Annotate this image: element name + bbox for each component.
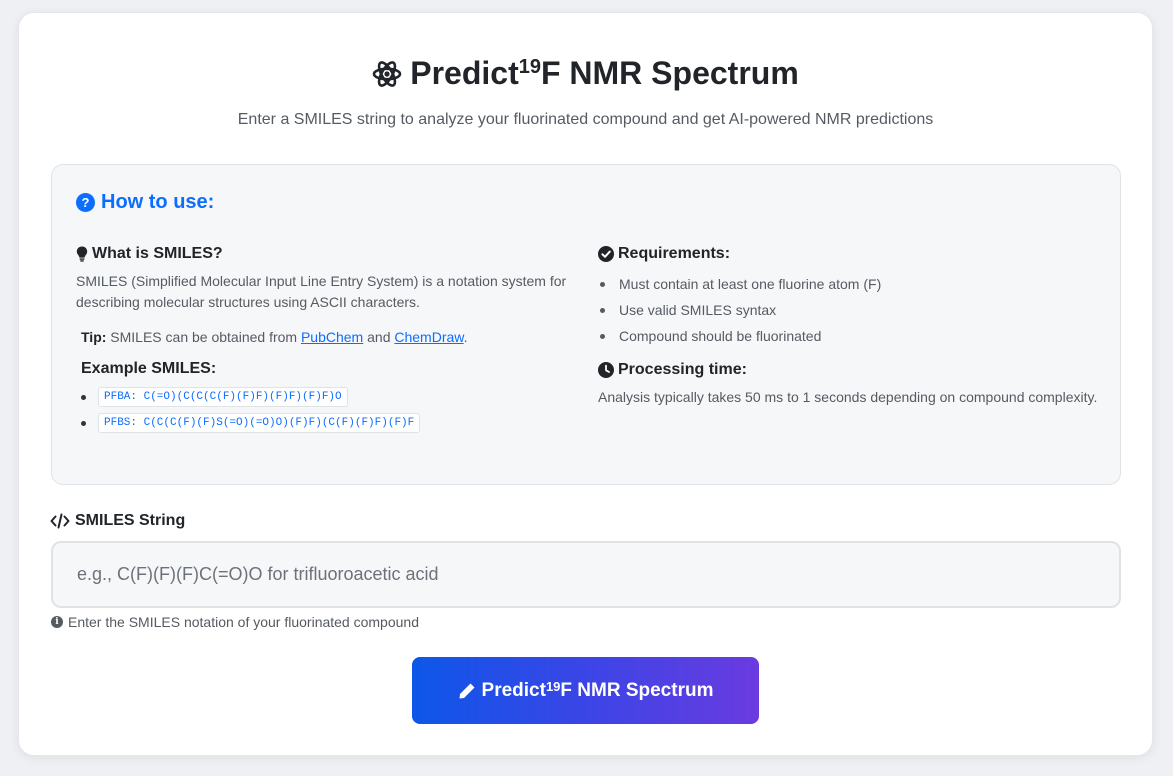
chemdraw-link[interactable]: ChemDraw: [394, 329, 463, 345]
smiles-description: SMILES (Simplified Molecular Input Line …: [76, 273, 567, 310]
pubchem-link[interactable]: PubChem: [301, 329, 363, 345]
help-text: Enter the SMILES notation of your fluori…: [68, 614, 419, 630]
processing-time-title: Processing time:: [618, 361, 747, 378]
what-is-smiles-heading: What is SMILES?: [76, 245, 586, 263]
example-smiles-list: PFBA: C(=O)(C(C(C(F)(F)F)(F)F)(F)F)O PFB…: [76, 387, 586, 433]
page-subtitle: Enter a SMILES string to analyze your fl…: [237, 111, 934, 128]
list-item: PFBA: C(=O)(C(C(C(F)(F)F)(F)F)(F)F)O: [81, 387, 586, 407]
predict-button-suffix: F NMR Spectrum: [560, 679, 714, 701]
predict-button[interactable]: Predict 19 F NMR Spectrum: [412, 657, 759, 724]
main-card: Predict 19 F NMR Spectrum Enter a SMILES …: [18, 12, 1153, 756]
how-to-use-heading: ? How to use:: [76, 191, 214, 214]
title-prefix: Predict: [410, 55, 519, 91]
list-item: Compound should be fluorinated: [598, 323, 1098, 349]
list-item: PFBS: C(C(C(F)(F)S(=O)(=O)O)(F)F)(C(F)(F…: [81, 413, 586, 433]
how-to-use-panel: ? How to use: What is SMILES? SMILES (Si…: [51, 164, 1121, 485]
tip-and: and: [363, 329, 395, 345]
smiles-input[interactable]: [51, 541, 1121, 608]
requirements-list: Must contain at least one fluorine atom …: [598, 271, 1098, 349]
list-item: Must contain at least one fluorine atom …: [598, 271, 1098, 297]
clock-icon: [598, 362, 614, 378]
requirements-column: Requirements: Must contain at least one …: [598, 245, 1098, 408]
title-isotope: 19: [518, 56, 541, 78]
how-to-use-title: How to use:: [101, 191, 215, 213]
smiles-field-label-text: SMILES String: [75, 512, 186, 529]
processing-time-heading: Processing time:: [598, 361, 1098, 379]
requirements-heading: Requirements:: [598, 245, 1098, 263]
smiles-info-column: What is SMILES? SMILES (Simplified Molec…: [76, 245, 586, 439]
tip-label: Tip:: [81, 329, 107, 345]
tip-end: .: [463, 329, 468, 345]
title-suffix: F NMR Spectrum: [540, 55, 799, 91]
example-smiles-pfbs: PFBS: C(C(C(F)(F)S(=O)(=O)O)(F)F)(C(F)(F…: [98, 413, 421, 433]
smiles-help-text: i Enter the SMILES notation of your fluo…: [51, 614, 419, 630]
smiles-field-label: SMILES String: [50, 512, 185, 530]
question-circle-icon: ?: [76, 193, 95, 212]
check-circle-icon: [598, 246, 614, 262]
requirement-text: Use valid SMILES syntax: [619, 302, 777, 318]
page-title: Predict 19 F NMR Spectrum: [19, 55, 1152, 92]
what-is-smiles-title: What is SMILES?: [92, 245, 223, 262]
predict-button-isotope: 19: [545, 679, 561, 694]
processing-time-text: Analysis typically takes 50 ms to 1 seco…: [598, 389, 1098, 405]
bullet: [81, 394, 86, 400]
code-icon: [50, 513, 70, 529]
pen-icon: [459, 683, 475, 698]
bullet: [600, 281, 605, 287]
bullet: [600, 307, 605, 313]
lightbulb-icon: [76, 246, 88, 262]
tip-body: SMILES can be obtained from: [106, 329, 301, 345]
requirements-title: Requirements:: [618, 245, 731, 262]
atom-icon: [372, 60, 402, 87]
info-circle-icon: i: [51, 616, 63, 628]
requirement-text: Must contain at least one fluorine atom …: [619, 276, 882, 292]
requirement-text: Compound should be fluorinated: [619, 328, 822, 344]
example-smiles-pfba: PFBA: C(=O)(C(C(C(F)(F)F)(F)F)(F)F)O: [98, 387, 348, 407]
list-item: Use valid SMILES syntax: [598, 297, 1098, 323]
example-smiles-title: Example SMILES:: [81, 360, 217, 377]
predict-button-prefix: Predict: [481, 679, 546, 701]
bullet: [600, 333, 605, 339]
tip-text: Tip: SMILES can be obtained from PubChem…: [76, 329, 586, 345]
bullet: [81, 420, 86, 426]
